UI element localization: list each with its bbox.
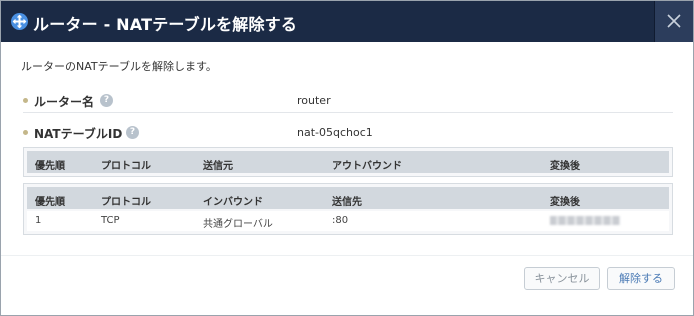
bullet-dot [23, 98, 28, 103]
release-button[interactable]: 解除する [607, 267, 675, 290]
translated-address-cell [550, 215, 620, 228]
protocol-cell: TCP [101, 215, 120, 226]
column-header: 優先順 [35, 161, 65, 172]
bullet-dot [23, 130, 28, 135]
nat-release-dialog: ルーター - NATテーブルを解除する ルーターのNATテーブルを解除します。 … [0, 0, 694, 316]
help-icon[interactable]: ? [126, 126, 139, 139]
crosshair-plus-icon [11, 13, 28, 30]
outbound-nat-table: 優先順 プロトコル 送信元 アウトバウンド 変換後 [23, 147, 673, 177]
column-header: プロトコル [101, 161, 151, 172]
help-icon[interactable]: ? [100, 94, 113, 107]
close-icon [667, 14, 681, 28]
column-header: 優先順 [35, 197, 65, 208]
redacted-value [550, 216, 620, 225]
column-header: 変換後 [550, 161, 580, 172]
priority-cell: 1 [35, 215, 42, 226]
dialog-title: ルーター - NATテーブルを解除する [33, 15, 298, 34]
cancel-button[interactable]: キャンセル [524, 267, 600, 290]
router-name-row: ルーター名 ? router [23, 89, 673, 113]
router-name-label: ルーター名 [34, 95, 95, 109]
column-header: インバウンド [203, 197, 263, 208]
column-header: プロトコル [101, 197, 151, 208]
nat-table-id-value: nat-05qchoc1 [297, 126, 373, 139]
nat-table-id-label: NATテーブルID [34, 127, 123, 141]
dialog-titlebar: ルーター - NATテーブルを解除する [1, 1, 693, 42]
dialog-description: ルーターのNATテーブルを解除します。 [21, 60, 217, 73]
column-header: 送信元 [203, 161, 233, 172]
inbound-nat-table: 優先順 プロトコル インバウンド 送信先 変換後 1 TCP 共通グローバル :… [23, 183, 673, 235]
column-header: 送信先 [332, 197, 362, 208]
column-header: アウトバウンド [332, 161, 402, 172]
table-header-row: 優先順 プロトコル インバウンド 送信先 変換後 [27, 187, 669, 209]
router-name-value: router [297, 94, 331, 107]
footer-divider [1, 255, 693, 256]
column-header: 変換後 [550, 197, 580, 208]
destination-cell: :80 [332, 215, 349, 226]
nat-table-id-row: NATテーブルID ? nat-05qchoc1 [23, 121, 673, 145]
inbound-cell: 共通グローバル [203, 219, 273, 230]
close-button[interactable] [654, 1, 693, 42]
table-header-row: 優先順 プロトコル 送信元 アウトバウンド 変換後 [27, 151, 669, 173]
table-row: 1 TCP 共通グローバル :80 [27, 211, 669, 231]
